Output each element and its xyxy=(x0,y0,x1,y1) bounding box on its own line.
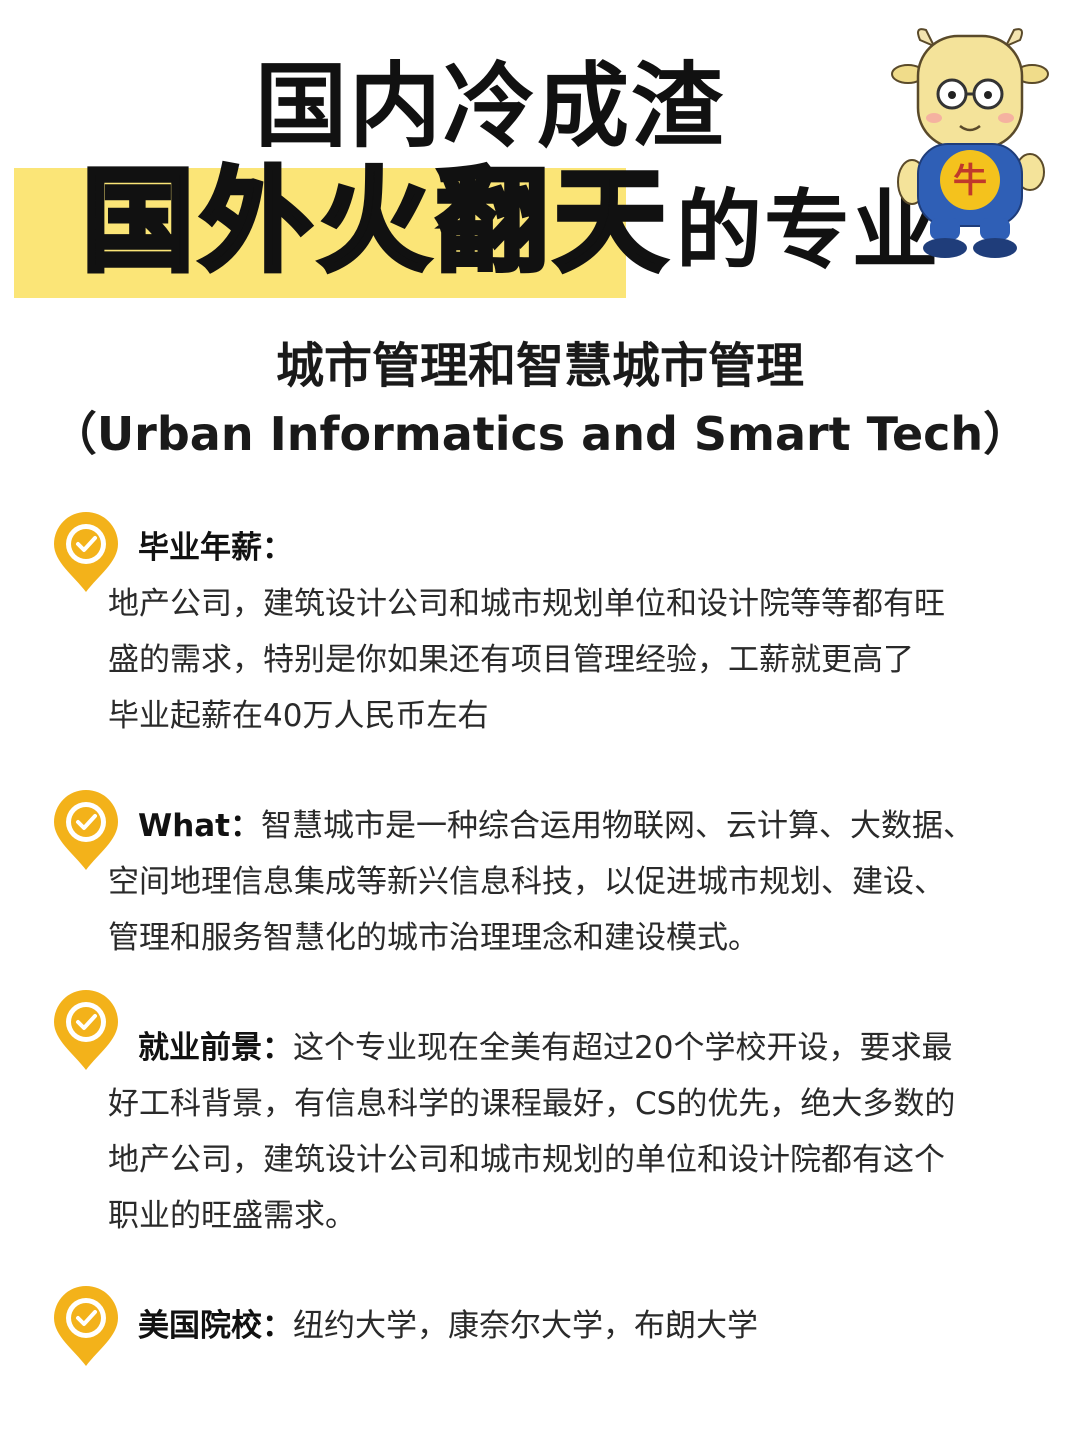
title-line-2: 国外火翻天的专业 xyxy=(80,160,940,315)
section-body-line: 地产公司，建筑设计公司和城市规划的单位和设计院都有这个 xyxy=(108,1142,945,1178)
section-body-line: 管理和服务智慧化的城市治理理念和建设模式。 xyxy=(108,920,759,956)
section-heading-line: 就业前景：这个专业现在全美有超过20个学校开设，要求最 xyxy=(138,1020,1058,1076)
section-heading-line: 毕业年薪： xyxy=(138,520,1058,576)
mascot-badge-text: 牛 xyxy=(953,161,987,201)
section-heading: 美国院校： xyxy=(138,1308,293,1344)
section-heading: 毕业年薪： xyxy=(138,530,293,566)
section-what: What：智慧城市是一种综合运用物联网、云计算、大数据、 空间地理信息集成等新兴… xyxy=(108,798,1058,966)
section-us-schools: 美国院校：纽约大学，康奈尔大学，布朗大学 xyxy=(108,1298,1058,1354)
title-line-1: 国内冷成渣 xyxy=(254,53,725,160)
section-first-line: 智慧城市是一种综合运用物联网、云计算、大数据、 xyxy=(261,808,975,844)
section-body-line: 盛的需求，特别是你如果还有项目管理经验，工薪就更高了 xyxy=(108,642,914,678)
section-heading: What： xyxy=(138,808,262,844)
section-first-line: 这个专业现在全美有超过20个学校开设，要求最 xyxy=(293,1030,953,1066)
section-body-line: 好工科背景，有信息科学的课程最好，CS的优先，绝大多数的 xyxy=(108,1086,956,1122)
post-page: 国内冷成渣 国外火翻天的专业 牛 城市管理和智慧城市管理 （Urban Info… xyxy=(0,0,1080,1440)
section-body-line: 职业的旺盛需求。 xyxy=(108,1198,356,1234)
section-body-line: 空间地理信息集成等新兴信息科技，以促进城市规划、建设、 xyxy=(108,864,945,900)
title-highlight-text: 国外火翻天 xyxy=(80,157,672,287)
subtitle-english: （Urban Informatics and Smart Tech） xyxy=(50,407,1030,461)
cow-mascot-illustration: 牛 xyxy=(891,28,1049,258)
subtitle-chinese: 城市管理和智慧城市管理 xyxy=(275,338,804,394)
section-first-line: 纽约大学，康奈尔大学，布朗大学 xyxy=(293,1308,758,1344)
section-heading-line: 美国院校：纽约大学，康奈尔大学，布朗大学 xyxy=(138,1298,1058,1354)
section-body-line: 毕业起薪在40万人民币左右 xyxy=(108,698,489,734)
section-heading: 就业前景： xyxy=(138,1030,293,1066)
section-body-line: 地产公司，建筑设计公司和城市规划单位和设计院等等都有旺 xyxy=(108,586,945,622)
section-career-outlook: 就业前景：这个专业现在全美有超过20个学校开设，要求最 好工科背景，有信息科学的… xyxy=(108,1020,1058,1244)
section-heading-line: What：智慧城市是一种综合运用物联网、云计算、大数据、 xyxy=(138,798,1058,854)
section-salary: 毕业年薪： 地产公司，建筑设计公司和城市规划单位和设计院等等都有旺 盛的需求，特… xyxy=(108,520,1058,744)
